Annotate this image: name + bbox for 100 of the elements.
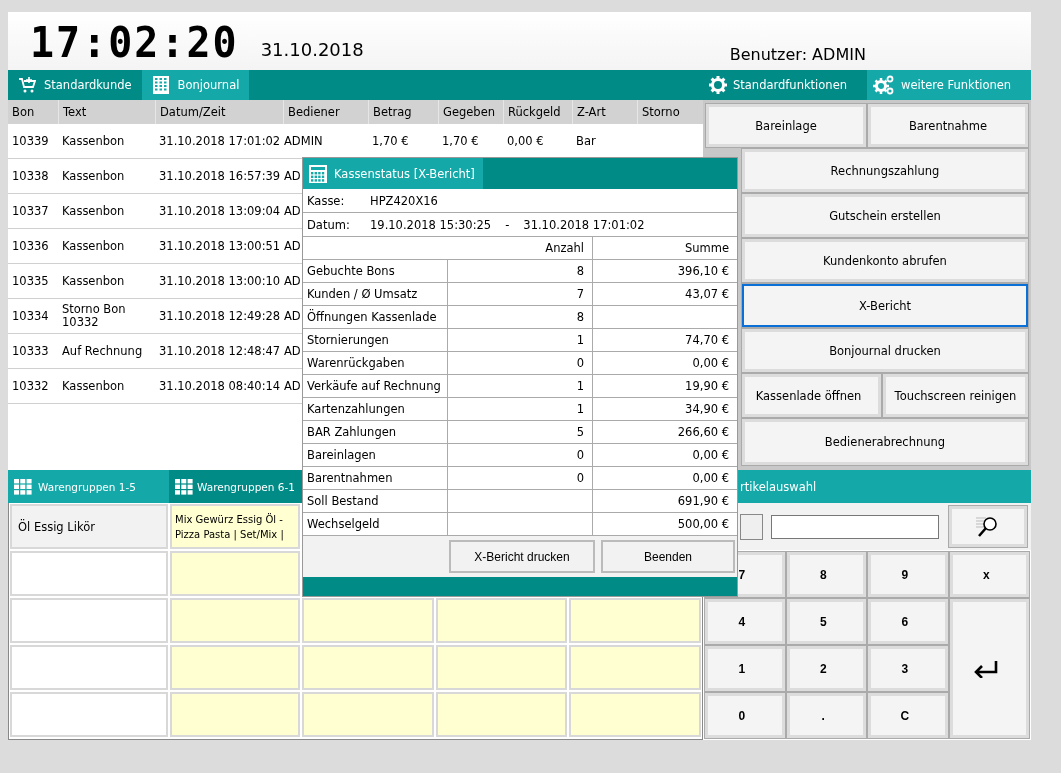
keypad-key[interactable]: 0	[705, 693, 785, 738]
column-header: Z-Art	[572, 100, 606, 124]
table-cell: 5	[448, 421, 593, 443]
function-button[interactable]: Barentnahme	[868, 104, 1028, 147]
column-header: Gegeben	[438, 100, 496, 124]
keypad-key[interactable]: 9	[868, 552, 948, 597]
table-cell-text: 34,90 €	[684, 401, 730, 418]
table-cell-text: Kassenbon	[61, 274, 125, 288]
empty-slot-button[interactable]	[10, 551, 168, 596]
empty-slot-button[interactable]	[170, 598, 300, 643]
table-cell: 8	[448, 306, 593, 328]
gears-icon	[873, 75, 895, 95]
table-cell-text: 10338	[11, 169, 49, 183]
cart-icon	[18, 76, 36, 94]
field-label: Datum:	[307, 217, 351, 232]
table-cell: Gebuchte Bons	[303, 260, 448, 282]
function-button[interactable]: Bareinlage	[706, 104, 866, 147]
keypad-key[interactable]: 5	[786, 599, 866, 644]
function-button[interactable]: Bonjournal drucken	[742, 329, 1028, 372]
column-header: Anzahl	[303, 237, 593, 259]
range-separator: -	[505, 217, 510, 232]
table-cell: 1	[448, 375, 593, 397]
date-label: 31.10.2018	[260, 39, 364, 60]
calculator-icon	[308, 163, 328, 184]
function-button[interactable]: X-Bericht	[742, 284, 1028, 327]
table-cell: AD	[283, 274, 301, 288]
input-field[interactable]	[771, 514, 939, 539]
function-button[interactable]: Bedienerabrechnung	[742, 419, 1028, 465]
empty-slot-button[interactable]	[170, 692, 300, 737]
table-cell-text: 31.10.2018 17:01:02	[158, 134, 281, 148]
function-button[interactable]: Gutschein erstellen	[742, 194, 1028, 237]
table-cell-text: Kassenbon	[61, 239, 125, 253]
table-cell: AD	[283, 204, 301, 218]
table-cell-text: Bar	[575, 134, 596, 148]
table-cell-text: 691,90 €	[676, 493, 730, 510]
column-header: Bon	[11, 104, 35, 121]
empty-slot-button[interactable]	[10, 598, 168, 643]
table-cell-text: 10339	[11, 134, 49, 148]
table-cell: Stornierungen	[303, 329, 448, 351]
table-cell: Verkäufe auf Rechnung	[303, 375, 448, 397]
table-cell: ADMIN	[283, 134, 323, 148]
keypad-key[interactable]: 6	[868, 599, 948, 644]
section-title: rtikelauswahl	[739, 479, 817, 494]
dialog-button[interactable]: X-Bericht drucken	[449, 540, 595, 573]
table-cell-text: 74,70 €	[684, 332, 730, 349]
table-cell: Öffnungen Kassenlade	[303, 306, 448, 328]
table-cell: BAR Zahlungen	[303, 421, 448, 443]
column-header: Storno	[637, 100, 680, 124]
empty-slot-button[interactable]	[170, 551, 300, 596]
grid-icon	[175, 478, 193, 495]
empty-slot-button[interactable]	[170, 645, 300, 690]
table-cell-text: 31.10.2018 08:40:14	[158, 379, 281, 393]
dialog-button[interactable]: Beenden	[601, 540, 735, 573]
function-button[interactable]: Kassenlade öffnen	[742, 374, 881, 417]
dialog-title: Kassenstatus [X-Bericht]	[334, 166, 475, 181]
table-cell: AD	[283, 344, 301, 358]
table-cell: AD	[283, 309, 301, 323]
table-cell: Wechselgeld	[303, 513, 448, 535]
keypad-key[interactable]: 3	[868, 646, 948, 691]
table-cell: AD	[283, 239, 301, 253]
table-cell-text: 10333	[11, 344, 49, 358]
table-cell-text: 0,00 €	[506, 134, 545, 148]
table-cell-text: 31.10.2018 12:48:47	[158, 344, 281, 358]
subgroup-button[interactable]: Mix Gewürz Essig Öl - Pizza Pasta | Set/Mix |	[170, 504, 300, 549]
column-header: Bediener	[283, 100, 340, 124]
keypad-key[interactable]: C	[868, 693, 948, 738]
empty-slot-button[interactable]	[10, 692, 168, 737]
column-header: Betrag	[368, 100, 412, 124]
table-cell-text: 1,70 €	[441, 134, 480, 148]
function-button[interactable]: Rechnungszahlung	[742, 149, 1028, 192]
table-cell-text: 31.10.2018 16:57:39	[158, 169, 281, 183]
enter-key[interactable]	[949, 599, 1029, 738]
table-cell-text: Kassenbon	[61, 204, 125, 218]
function-button[interactable]: Kundenkonto abrufen	[742, 239, 1028, 282]
keypad-key[interactable]: 4	[705, 599, 785, 644]
grid-icon	[14, 478, 32, 495]
column-header: Text	[58, 100, 87, 124]
field-label: Kasse:	[307, 193, 346, 208]
product-group-button[interactable]: Öl Essig Likör	[10, 504, 168, 549]
search-button[interactable]	[949, 506, 1027, 547]
keypad-key[interactable]: 2	[786, 646, 866, 691]
table-cell: 8	[448, 260, 593, 282]
quantity-field[interactable]	[740, 513, 763, 540]
function-button[interactable]: Touchscreen reinigen	[883, 374, 1028, 417]
table-cell-text: 31.10.2018 12:49:28	[158, 309, 281, 323]
keypad-key[interactable]: 8	[786, 552, 866, 597]
table-cell-text: Kassenbon	[61, 169, 125, 183]
table-cell: Kartenzahlungen	[303, 398, 448, 420]
keypad-key[interactable]: x	[949, 552, 1029, 597]
empty-slot-button[interactable]	[10, 645, 168, 690]
table-cell-text: Kassenbon	[61, 134, 125, 148]
keypad-key[interactable]: .	[786, 693, 866, 738]
table-cell-text: 500,00 €	[676, 516, 730, 533]
keypad-key[interactable]: 1	[705, 646, 785, 691]
table-cell-text: 266,60 €	[676, 424, 730, 441]
clock-time: 17:02:20	[30, 18, 239, 66]
table-cell: 7	[448, 283, 593, 305]
column-header: Summe	[683, 240, 730, 257]
table-cell-text: 396,10 €	[676, 263, 730, 280]
table-cell-text: 10335	[11, 274, 49, 288]
